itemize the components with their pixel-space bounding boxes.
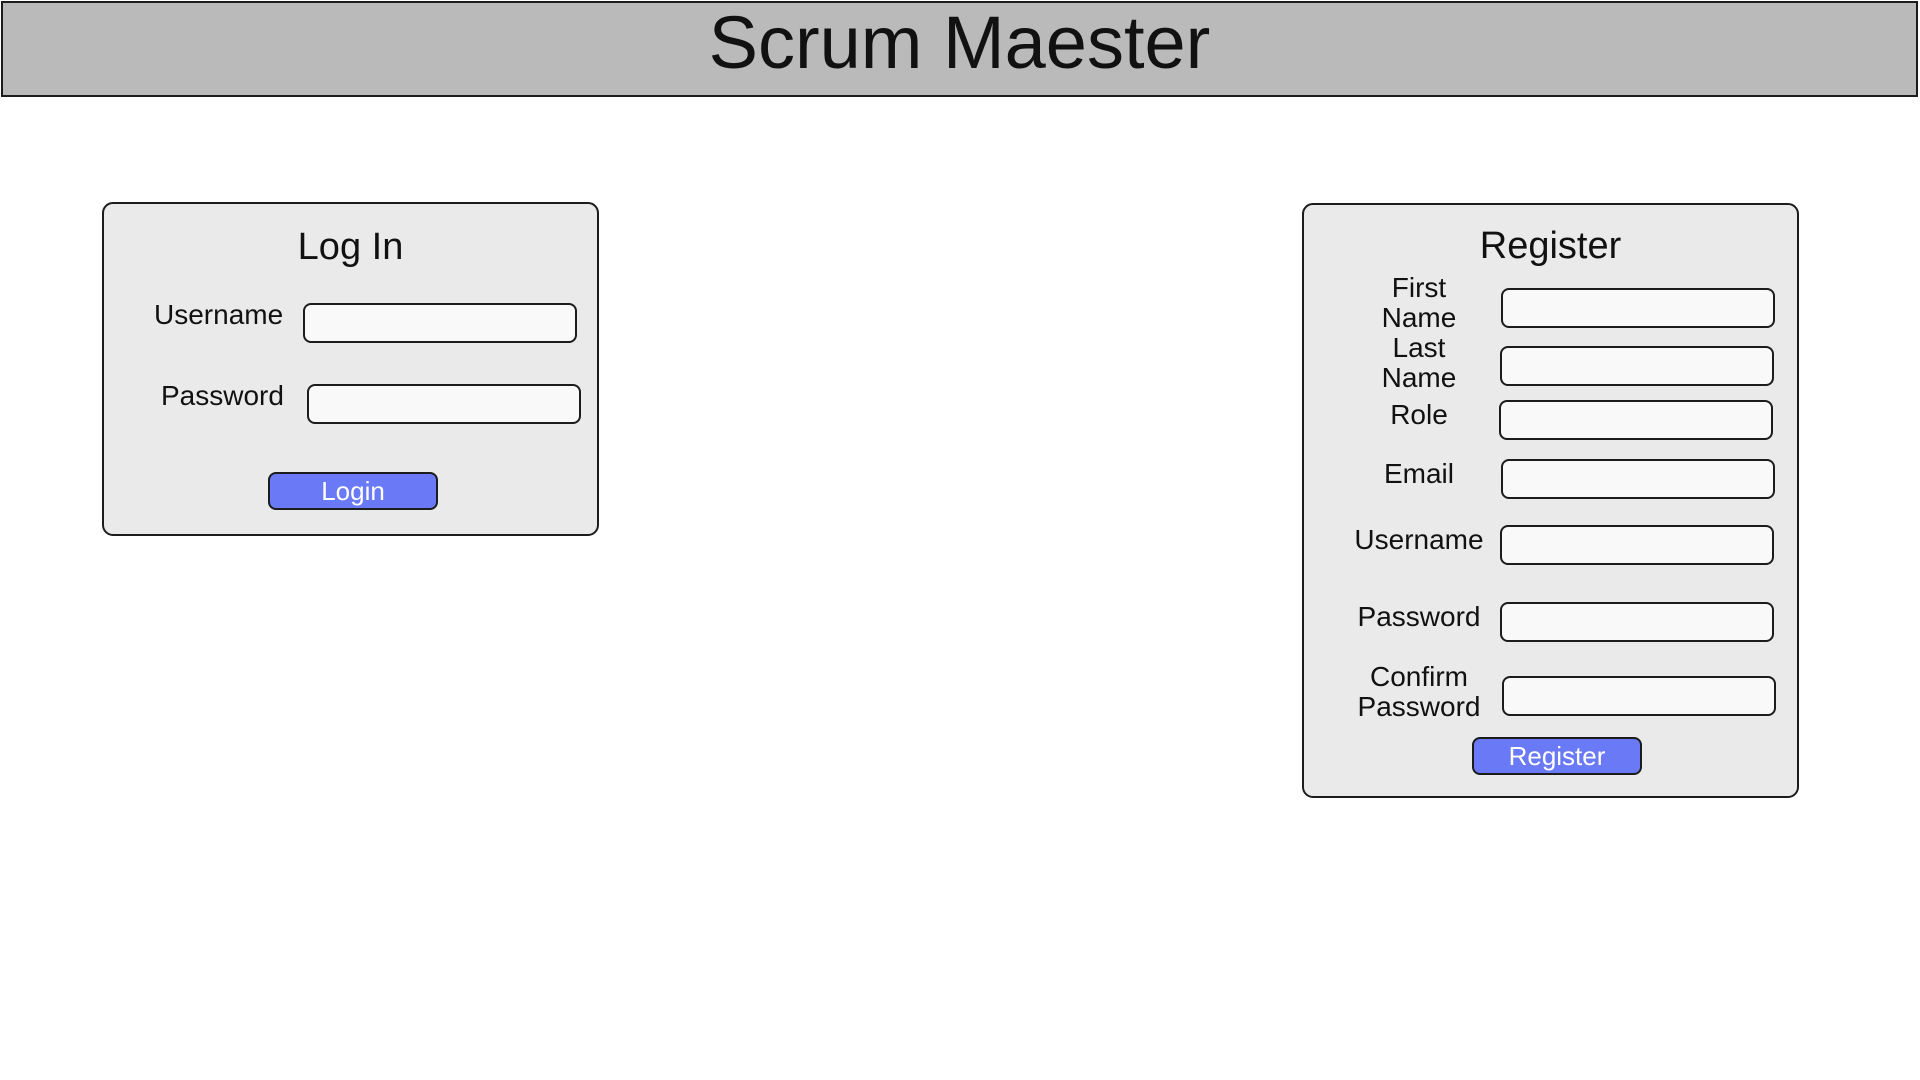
login-title: Log In <box>297 226 404 268</box>
page: Scrum Maester Log In Username Password L… <box>0 0 1920 1080</box>
confirm-password-label: Confirm Password <box>1357 661 1481 722</box>
register-button[interactable]: Register <box>1472 737 1642 775</box>
register-username-label: Username <box>1354 524 1484 555</box>
last-name-label: Last Name <box>1381 332 1457 393</box>
first-name-input[interactable] <box>1501 288 1775 328</box>
last-name-input[interactable] <box>1500 346 1774 386</box>
app-title: Scrum Maester <box>708 1 1211 84</box>
email-input[interactable] <box>1501 459 1775 499</box>
login-username-label: Username <box>154 299 284 330</box>
login-password-label: Password <box>161 380 284 411</box>
register-password-label: Password <box>1357 601 1481 632</box>
login-password-input[interactable] <box>307 384 581 424</box>
register-panel: Register First Name Last Name Role Email… <box>1302 203 1799 798</box>
login-button[interactable]: Login <box>268 472 438 510</box>
role-input[interactable] <box>1499 400 1773 440</box>
first-name-label: First Name <box>1381 272 1457 333</box>
role-label: Role <box>1390 399 1448 430</box>
login-panel: Log In Username Password Login <box>102 202 599 536</box>
register-username-input[interactable] <box>1500 525 1774 565</box>
register-title: Register <box>1479 225 1622 267</box>
email-label: Email <box>1383 458 1454 489</box>
login-username-input[interactable] <box>303 303 577 343</box>
confirm-password-input[interactable] <box>1502 676 1776 716</box>
register-password-input[interactable] <box>1500 602 1774 642</box>
app-header: Scrum Maester <box>1 1 1918 97</box>
